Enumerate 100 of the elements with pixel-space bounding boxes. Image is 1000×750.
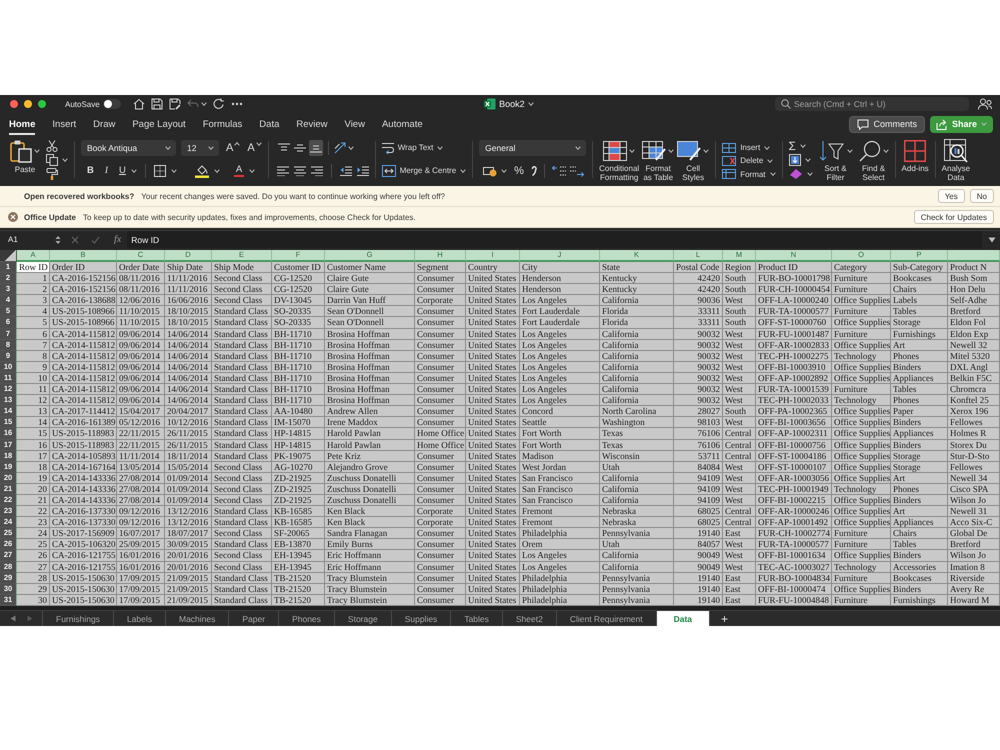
sheet-tab[interactable]: Machines [166,611,230,626]
save-as-icon[interactable] [168,98,181,110]
caret-icon[interactable] [34,149,40,153]
caret-icon[interactable] [770,172,776,176]
caret-icon[interactable] [703,149,710,153]
check-icon[interactable] [91,236,100,244]
insert-function-button[interactable]: fx [114,234,122,245]
autosum-button[interactable]: Σ [788,140,796,152]
caret-icon[interactable] [806,172,813,176]
ribbon-tab[interactable]: Draw [93,113,116,135]
caret-icon[interactable] [767,158,774,163]
merge-button[interactable]: Merge & Centre [382,164,466,178]
find-select-button[interactable]: Find & Select [858,139,889,186]
add-sheet-button[interactable]: + [710,611,740,626]
sheet-tab[interactable]: Supplies [392,611,452,626]
ribbon-tab[interactable]: Insert [52,113,76,135]
diagonal-arrow-icon[interactable] [334,142,346,154]
ribbon-tab[interactable]: View [344,113,365,135]
notice-button[interactable]: Yes [938,189,965,203]
comments-button[interactable]: Comments [849,116,925,132]
caret-icon[interactable] [62,158,68,162]
caret-icon[interactable] [234,142,240,146]
delete-cells-button[interactable]: Delete [722,154,776,168]
align-right-icon[interactable] [310,166,323,176]
caret-icon[interactable] [348,146,354,150]
comma-icon[interactable] [530,166,537,176]
formula-field[interactable]: Row ID [127,231,982,248]
ribbon-tab[interactable]: Review [296,113,328,135]
caret-icon[interactable] [800,144,806,148]
caret-icon[interactable] [165,146,171,150]
sheet-tab[interactable]: Labels [114,611,166,626]
font-name-dropdown[interactable]: Book Antiqua [81,140,176,156]
redo-icon[interactable] [212,98,225,110]
home-icon[interactable] [132,98,145,110]
insert-cells-button[interactable]: Insert [722,141,776,154]
paint-roller-icon[interactable] [46,168,58,180]
font-size-dropdown[interactable]: 12 [181,140,219,156]
add-ins-button[interactable]: Add-ins [902,139,929,186]
ribbon-tab[interactable]: Formulas [202,113,242,135]
number-format-dropdown[interactable]: General [479,140,586,156]
paste-button[interactable]: Paste [10,139,40,186]
ribbon-tab[interactable]: Page Layout [132,113,186,135]
ribbon-tab[interactable]: Home [9,113,36,135]
previous-icon[interactable] [10,615,16,622]
grow-font-button[interactable]: A [226,142,240,154]
maximize-icon[interactable] [38,100,46,108]
caret-icon[interactable] [668,149,674,153]
caret-icon[interactable] [214,168,220,172]
sort-filter-button[interactable]: Sort & Filter [818,139,853,186]
caret-icon[interactable] [256,142,262,146]
ribbon-tab[interactable]: Automate [382,113,423,135]
caret-icon[interactable] [528,102,534,106]
shrink-font-button[interactable]: A [247,142,262,154]
name-box[interactable]: A1 [0,231,50,248]
caret-icon[interactable] [846,149,853,153]
analyse-data-button[interactable]: Analyse Data [942,139,970,186]
increase-indent-icon[interactable] [356,166,369,176]
cell-styles-button[interactable]: Cell Styles [677,139,710,186]
more-icon[interactable] [230,102,243,106]
caret-icon[interactable] [208,146,214,150]
format-cells-button[interactable]: Format [722,168,776,181]
bold-button[interactable]: B [87,164,94,176]
document-title[interactable]: Book2 [499,99,525,109]
money-icon[interactable] [483,164,498,176]
minimize-icon[interactable] [24,100,32,108]
align-center-icon[interactable] [294,166,306,176]
cancel-icon[interactable] [71,236,79,244]
eraser-icon[interactable] [788,168,803,180]
dropdown-icon[interactable] [988,236,996,242]
caret-icon[interactable] [460,168,466,172]
decrease-decimal-icon[interactable] [570,164,584,176]
autosave-toggle[interactable] [102,99,121,109]
scissors-icon[interactable] [46,140,58,152]
save-icon[interactable] [150,98,163,110]
caret-icon[interactable] [437,146,444,150]
search-field[interactable]: Search (Cmd + Ctrl + U) [774,97,969,111]
caret-icon[interactable] [170,168,177,172]
decrease-indent-icon[interactable] [340,166,352,176]
increase-decimal-icon[interactable] [552,164,566,176]
caret-icon[interactable] [629,149,636,153]
caret-icon[interactable] [130,168,137,172]
sheet-tab[interactable]: Paper [229,611,280,626]
format-as-table-button[interactable]: Format as Table [642,139,674,186]
align-left-icon[interactable] [276,166,289,176]
caret-icon[interactable] [575,146,582,150]
people-icon[interactable] [978,98,992,110]
sheet-tab[interactable]: Phones [279,611,335,626]
caret-icon[interactable] [804,158,811,162]
sheet-tab[interactable]: Sheet2 [502,611,557,626]
sheet-tab[interactable]: Data [656,611,710,626]
stepper-icon[interactable] [55,234,61,244]
fill-down-icon[interactable] [788,154,801,166]
copy-icon[interactable] [46,154,58,166]
italic-button[interactable]: I [104,164,108,176]
align-bottom-button[interactable] [308,140,323,156]
notice-button[interactable]: Check for Updates [914,210,994,224]
sheet-tab[interactable]: Storage [334,611,392,626]
percent-button[interactable]: % [514,164,524,176]
conditional-formatting-button[interactable]: Conditional Formatting [599,139,640,186]
wrap-text-button[interactable]: Wrap Text [382,140,444,154]
